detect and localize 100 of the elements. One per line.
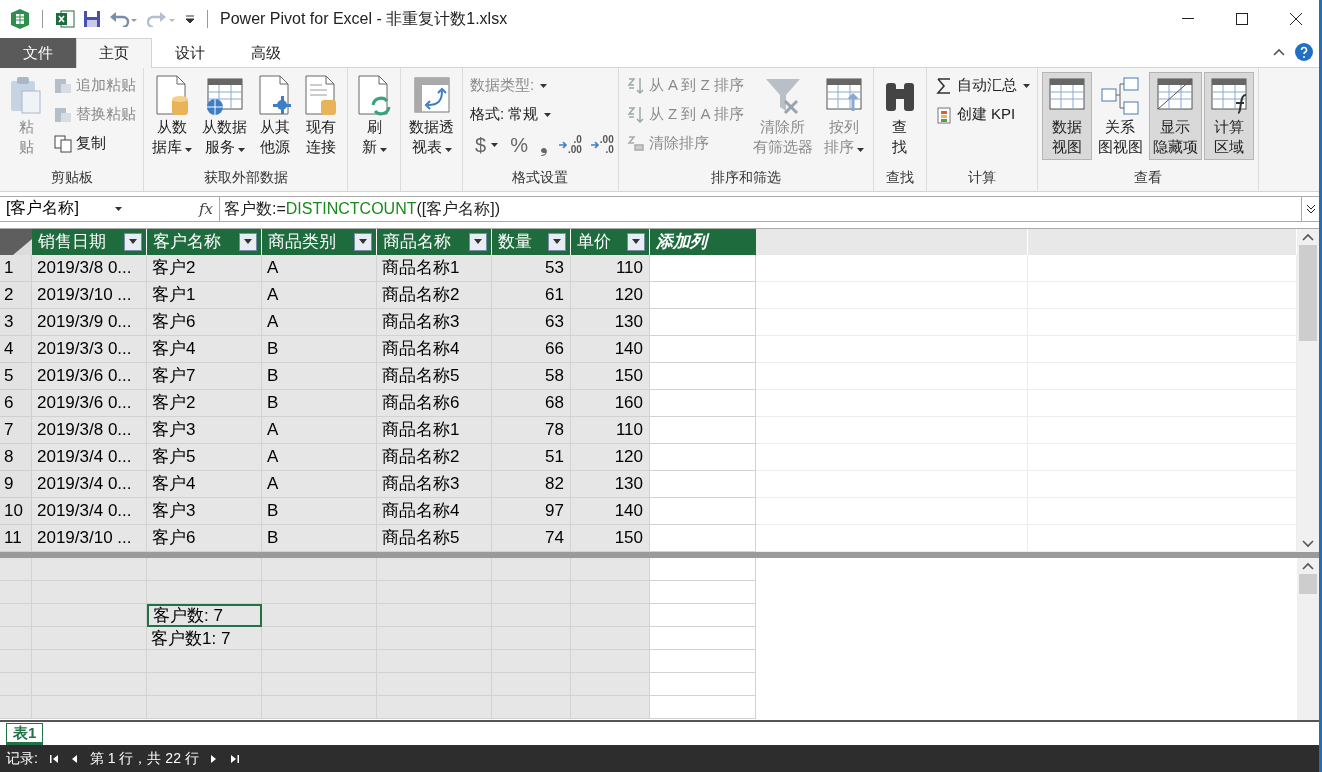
table-cell: 110 [571,254,650,282]
ribbon-button[interactable]: 查 找 [877,72,922,160]
table-cell: A [262,443,377,471]
ribbon-tab[interactable]: 文件 [0,38,76,68]
table-cell: 120 [571,281,650,309]
table-cell: 商品名称4 [377,497,492,525]
first-record-button[interactable] [47,754,60,763]
table-cell: 2019/3/4 0... [32,470,147,498]
column-header[interactable]: 商品类别 [262,228,377,255]
caret-icon [1022,83,1030,88]
refresh-icon [356,75,392,117]
caret-icon [237,148,245,152]
table-cell: B [262,335,377,363]
select-all-corner[interactable] [0,228,32,255]
customize-icon[interactable] [185,14,195,24]
format-button[interactable]: ❟ [537,133,550,157]
scroll-up-button[interactable] [1302,562,1314,571]
table-cell: 商品名称5 [377,362,492,390]
scroll-thumb[interactable] [1299,574,1317,595]
table-cell: 2019/3/4 0... [32,497,147,525]
scroll-thumb[interactable] [1299,244,1317,341]
clipboard-icon [8,75,44,117]
ribbon-button[interactable]: 创建 KPI [930,101,1033,128]
maximize-icon [1236,13,1248,25]
ribbon-button[interactable]: 数据 视图 [1041,72,1092,160]
filter-button[interactable] [239,232,257,251]
ribbon-tab[interactable]: 设计 [152,38,228,68]
row-number: 8 [0,443,32,471]
format-button[interactable]: $ [473,133,501,157]
ribbon-button[interactable]: 自动汇总 [930,72,1033,99]
column-header[interactable]: 客户名称 [147,228,262,255]
scroll-up-button[interactable] [1302,232,1314,241]
save-icon[interactable] [83,10,101,28]
formula-text[interactable]: 客户数:=DISTINCTCOUNT([客户名称]) [220,196,1301,221]
table-cell: 130 [571,470,650,498]
ribbon-button[interactable]: 从其 他源 [253,72,297,160]
ribbon-button[interactable]: 数据透 视表 [405,72,458,160]
insert-function-label[interactable]: fx [199,199,213,218]
table-cell: 68 [492,389,571,417]
caret-icon [553,239,561,245]
ribbon-button[interactable]: 刷 新 [352,72,396,160]
scrollbar[interactable] [1297,228,1319,553]
caret-icon [444,148,452,152]
column-header[interactable]: 销售日期 [32,228,147,255]
table-cell: 61 [492,281,571,309]
filter-button[interactable] [548,232,566,251]
ribbon-button[interactable]: 格式: 常规 [467,101,614,128]
ribbon-button[interactable]: 现有 连接 [299,72,343,160]
add-column-header[interactable]: 添加列 [650,228,756,255]
table-cell: 商品名称5 [377,524,492,552]
window-title: Power Pivot for Excel - 非重复计数1.xlsx [220,8,509,29]
table-cell: 商品名称1 [377,416,492,444]
column-header[interactable]: 单价 [571,228,650,255]
chevron-up-icon [1302,562,1314,571]
row-header [0,558,32,582]
filter-button[interactable] [627,232,645,251]
caret-icon [115,206,122,211]
table-cell: 53 [492,254,571,282]
table-cell: 商品名称2 [377,443,492,471]
ribbon-button[interactable]: 从数据 服务 [198,72,251,160]
table-cell: 110 [571,416,650,444]
column-header[interactable]: 商品名称 [377,228,492,255]
column-header[interactable]: 数量 [492,228,571,255]
name-box[interactable]: [客户名称] fx [0,196,220,221]
ribbon-button[interactable]: 计算 区域 [1203,72,1254,160]
ribbon-tab[interactable]: 高级 [228,38,304,68]
last-record-button[interactable] [228,754,241,763]
decimal-button[interactable]: .0 .00 [557,135,582,155]
ribbon-button[interactable]: 显示 隐藏项 [1148,72,1202,160]
caret-icon [632,239,640,245]
sheet-tab[interactable]: 表1 [6,723,44,746]
table-cell: 150 [571,362,650,390]
table-cell: 客户5 [147,443,262,471]
scroll-down-button[interactable] [1302,540,1314,549]
measure-cell[interactable]: 客户数1: 7 [147,627,262,651]
collapse-ribbon-icon [1273,48,1285,56]
table-cell: 商品名称6 [377,389,492,417]
table-cell: 160 [571,389,650,417]
filter-button[interactable] [124,232,142,251]
copy-icon [53,133,73,154]
table-cell: A [262,416,377,444]
decimal-button[interactable]: .00 .0 [589,135,614,155]
ribbon-tab[interactable]: 主页 [76,38,152,68]
table-cell: 51 [492,443,571,471]
sort-icon [625,75,646,96]
measure-cell[interactable]: 客户数: 7 [147,604,262,628]
table-cell: 商品名称1 [377,254,492,282]
undo-icon[interactable] [109,11,139,27]
filter-button[interactable] [469,232,487,251]
filter-button[interactable] [354,232,372,251]
scrollbar[interactable] [1297,558,1319,721]
record-label: 记录: [6,749,38,768]
table-cell: 客户4 [147,335,262,363]
caret-icon [244,239,252,245]
ribbon-button[interactable]: 关系 图视图 [1093,72,1147,160]
table-cell: 2019/3/9 0... [32,308,147,336]
ribbon-button[interactable]: 从数 据库 [148,72,196,160]
format-button[interactable]: % [508,133,530,157]
ribbon-button[interactable]: 复制 [50,130,139,157]
help-icon[interactable] [1295,43,1313,61]
